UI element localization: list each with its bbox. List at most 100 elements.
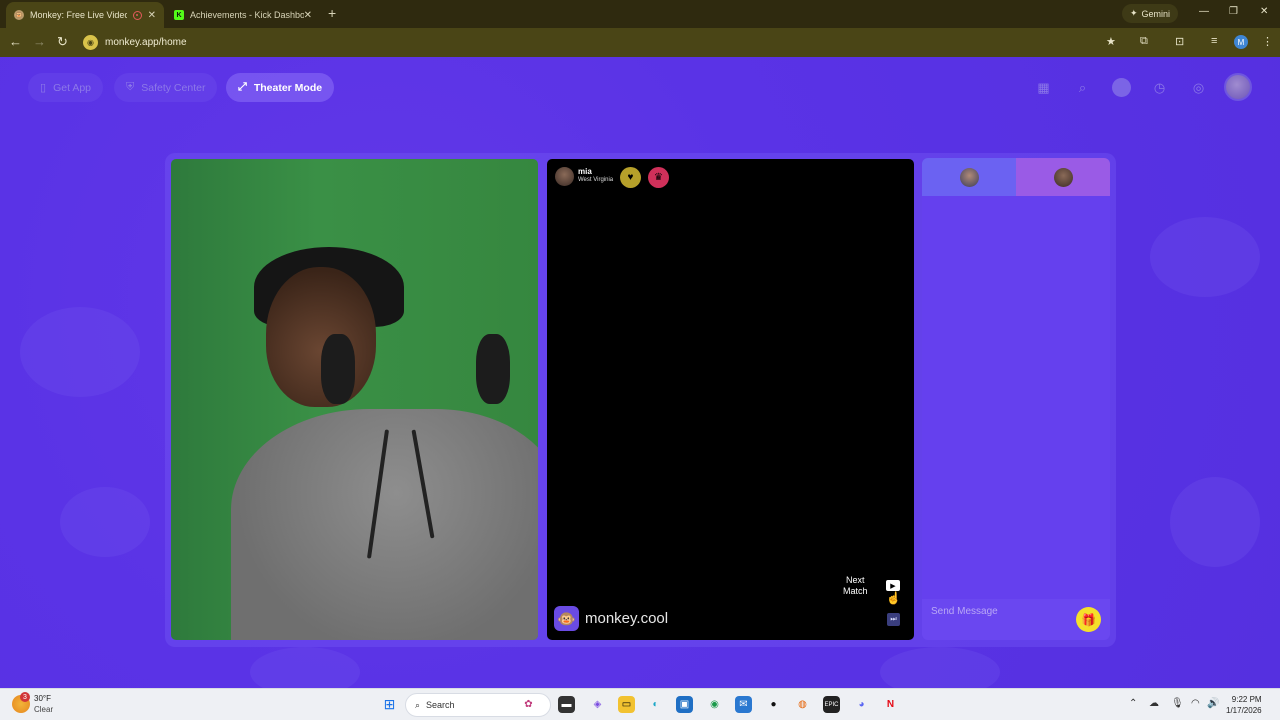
epic-games-icon[interactable]: EPIC bbox=[823, 696, 840, 713]
start-windows-icon[interactable]: ⊞ bbox=[381, 696, 398, 713]
file-icon[interactable]: ▬ bbox=[558, 696, 575, 713]
shield-icon: ⛨ bbox=[126, 81, 135, 93]
tray-overflow-icon[interactable]: ⌃ bbox=[1129, 698, 1137, 709]
next-match-label: Next Match bbox=[843, 575, 868, 597]
trophy-badge-icon[interactable]: ♛ bbox=[648, 167, 669, 188]
wifi-icon[interactable]: ◠ bbox=[1191, 698, 1200, 709]
gift-button[interactable]: 🎁 bbox=[1076, 607, 1101, 632]
store-icon[interactable]: ▣ bbox=[676, 696, 693, 713]
remote-user-avatar[interactable] bbox=[555, 167, 574, 186]
clock-date: 1/17/2026 bbox=[1226, 706, 1262, 715]
reload-icon[interactable]: ↻ bbox=[57, 34, 68, 50]
safety-center-button[interactable]: ⛨ Safety Center bbox=[114, 73, 218, 102]
next-match-button[interactable]: ▶ bbox=[886, 580, 900, 591]
back-icon[interactable]: ← bbox=[9, 34, 22, 49]
tab-title: Monkey: Free Live Video Ch bbox=[30, 10, 127, 20]
gemini-label: Gemini bbox=[1141, 8, 1171, 19]
background-blob bbox=[20, 307, 140, 397]
theater-mode-button[interactable]: ⤢ Theater Mode bbox=[226, 73, 335, 102]
onedrive-icon[interactable]: ☁ bbox=[1149, 698, 1159, 709]
theater-mode-label: Theater Mode bbox=[253, 81, 323, 94]
bookmark-star-icon[interactable]: ★ bbox=[1106, 35, 1116, 48]
url-text: monkey.app/home bbox=[105, 36, 187, 48]
firefox-icon[interactable]: ◍ bbox=[794, 696, 811, 713]
tab-monkey[interactable]: 🐵 Monkey: Free Live Video Ch ✕ bbox=[6, 2, 164, 28]
close-tab-icon[interactable]: ✕ bbox=[148, 10, 156, 21]
weather-temp: 30°F bbox=[34, 694, 51, 703]
extensions-icon[interactable]: ⧉ bbox=[1140, 35, 1148, 48]
next-match-line2: Match bbox=[843, 586, 868, 596]
discord-icon[interactable]: ◕ bbox=[853, 696, 870, 713]
tab-search-icon[interactable]: ⊡ bbox=[1175, 35, 1184, 48]
file-explorer-icon[interactable]: ▭ bbox=[618, 696, 635, 713]
phone-icon: ▯ bbox=[40, 82, 47, 94]
widgets-flowers-icon[interactable]: ✿ bbox=[520, 696, 537, 713]
close-tab-icon[interactable]: ✕ bbox=[304, 10, 312, 21]
message-input[interactable]: Send Message 🎁 bbox=[922, 599, 1110, 640]
gemini-icon: ✦ bbox=[1130, 8, 1138, 18]
remote-camera-feed: mia West Virginia ♥ ♛ Next Match ▶ ☝ 🐵 m… bbox=[547, 159, 914, 640]
hand-cursor-icon: ☝ bbox=[886, 591, 901, 605]
forward-icon[interactable]: → bbox=[33, 34, 46, 49]
message-placeholder: Send Message bbox=[931, 606, 998, 617]
history-icon[interactable]: ◷ bbox=[1150, 78, 1169, 97]
get-app-button[interactable]: ▯ Get App bbox=[28, 73, 104, 102]
site-info-icon[interactable]: ◉ bbox=[83, 34, 98, 50]
copilot-icon[interactable]: ◈ bbox=[589, 696, 606, 713]
remote-user-name: mia bbox=[578, 167, 592, 176]
omnibox[interactable]: ◉ monkey.app/home bbox=[80, 31, 1130, 53]
clock[interactable]: 9:22 PM 1/17/2026 bbox=[1226, 694, 1262, 716]
background-blob bbox=[60, 487, 150, 557]
netflix-icon[interactable]: N bbox=[882, 696, 899, 713]
monkey-page: ▯ Get App ⛨ Safety Center ⤢ Theater Mode… bbox=[0, 57, 1280, 688]
outlook-icon[interactable]: ✉ bbox=[735, 696, 752, 713]
chat-panel: Send Message 🎁 bbox=[922, 158, 1110, 640]
media-controls-icon[interactable]: ≡ bbox=[1211, 35, 1217, 47]
weather-condition: Clear bbox=[34, 705, 54, 714]
get-app-label: Get App bbox=[53, 81, 92, 94]
kick-favicon-icon: K bbox=[174, 10, 184, 20]
new-tab-button[interactable]: + bbox=[328, 5, 336, 21]
self-camera-feed bbox=[171, 159, 538, 640]
tab-kick[interactable]: K Achievements - Kick Dashboard ✕ bbox=[166, 2, 320, 28]
heart-badge-icon[interactable]: ♥ bbox=[620, 167, 641, 188]
close-window-button[interactable]: ✕ bbox=[1260, 6, 1268, 17]
background-blob bbox=[880, 647, 1000, 688]
taskbar: 3 30°F Clear ⊞ ⌕ Search ✿ ▬ ◈ ▭ ◐ ▣ ◉ ✉ … bbox=[0, 688, 1280, 720]
friends-avatar-icon[interactable] bbox=[1112, 78, 1131, 97]
search-icon: ⌕ bbox=[415, 699, 421, 710]
search-label: Search bbox=[426, 700, 455, 710]
self-avatar bbox=[959, 167, 979, 187]
chat-tab-remote[interactable] bbox=[1016, 158, 1110, 196]
minimize-button[interactable]: — bbox=[1199, 6, 1209, 17]
browser-tab-strip: 🐵 Monkey: Free Live Video Ch ✕ K Achieve… bbox=[0, 0, 1280, 28]
user-avatar[interactable] bbox=[1224, 73, 1252, 101]
recording-icon bbox=[132, 10, 142, 20]
maximize-button[interactable]: ❐ bbox=[1229, 6, 1238, 17]
brand-name: monkey.cool bbox=[585, 610, 669, 627]
profile-avatar[interactable]: M bbox=[1234, 35, 1248, 49]
shop-icon[interactable]: ▦ bbox=[1034, 78, 1053, 97]
edge-icon[interactable]: ◐ bbox=[647, 696, 664, 713]
search-icon[interactable]: ⌕ bbox=[1073, 78, 1092, 97]
monkey-logo-icon: 🐵 bbox=[554, 606, 579, 631]
clock-time: 9:22 PM bbox=[1231, 695, 1262, 704]
background-blob bbox=[1150, 217, 1260, 297]
messages-icon[interactable]: ◎ bbox=[1189, 78, 1208, 97]
obs-icon[interactable]: ● bbox=[765, 696, 782, 713]
background-blob bbox=[1170, 477, 1260, 567]
volume-icon[interactable]: 🔊 bbox=[1207, 698, 1219, 709]
menu-icon[interactable]: ⋮ bbox=[1262, 35, 1273, 48]
remote-user-location: West Virginia bbox=[578, 177, 614, 183]
gemini-button[interactable]: ✦ Gemini bbox=[1122, 4, 1179, 23]
chrome-icon[interactable]: ◉ bbox=[706, 696, 723, 713]
next-match-line1: Next bbox=[846, 575, 865, 585]
microphone-icon[interactable]: 🎙 bbox=[1171, 698, 1184, 709]
expand-icon: ⤢ bbox=[238, 81, 247, 93]
chat-tab-self[interactable] bbox=[922, 158, 1016, 196]
gift-icon: 🎁 bbox=[1081, 612, 1096, 627]
tab-title: Achievements - Kick Dashboard bbox=[190, 10, 304, 20]
skip-icon[interactable]: ⏭ bbox=[887, 613, 900, 626]
headphone-left-shape bbox=[321, 334, 355, 404]
monkey-favicon-icon: 🐵 bbox=[14, 10, 24, 20]
